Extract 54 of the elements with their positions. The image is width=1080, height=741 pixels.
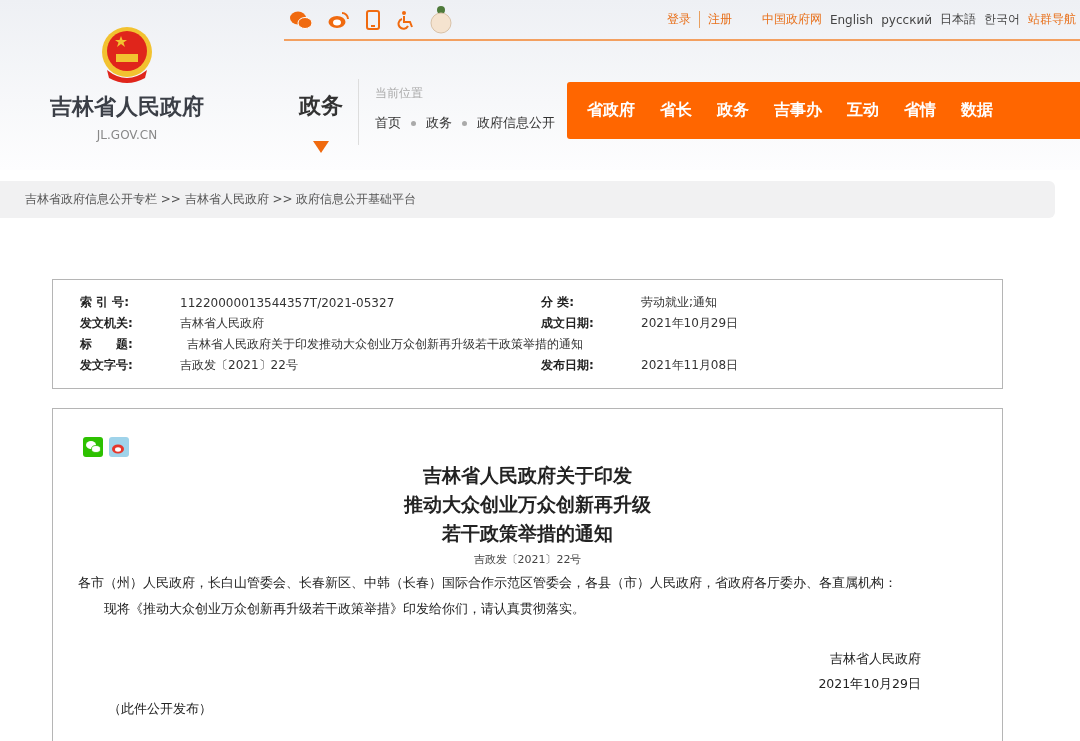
triangle-down-icon [313,141,329,153]
meta-value: 11220000013544357T/2021-05327 [180,295,396,310]
document-number: 吉政发〔2021〕22号 [473,553,582,566]
location-label: 当前位置 [375,85,424,102]
date-text: 2021年10月29日 [818,676,921,693]
nav-item[interactable]: 吉事办 [774,100,822,121]
location-link[interactable]: 政府信息公开 [477,114,555,132]
top-link[interactable]: 注册 [707,11,732,28]
meta-label: 索 引 号: [80,294,131,311]
publication-note: （此件公开发布） [108,701,213,718]
document-title: 若干政策举措的通知 [441,521,614,546]
mobile-phone-icon[interactable] [366,9,380,30]
nav-item[interactable]: 省长 [660,100,692,121]
site-name: 吉林省人民政府 [50,93,204,121]
meta-value: 吉林省人民政府 [180,315,266,332]
nav-item[interactable]: 省政府 [587,100,635,121]
top-link[interactable]: 站群导航 [1028,11,1076,28]
dot-separator-icon [462,120,467,126]
top-link[interactable]: 中国政府网 [761,11,822,28]
meta-value: 2021年11月08日 [641,357,740,374]
mascot-head-icon[interactable] [430,4,452,35]
nav-item[interactable]: 数据 [961,100,993,121]
signature-text: 吉林省人民政府 [830,651,921,668]
location-link[interactable]: 首页 [375,114,401,132]
meta-value: 2021年10月29日 [641,315,740,332]
body-text: 现将《推动大众创业万众创新再升级若干政策举措》印发给你们，请认真贯彻落实。 [103,600,586,618]
breadcrumb-text: 吉林省政府信息公开专栏 >> 吉林省人民政府 >> 政府信息公开基础平台 [25,191,417,208]
meta-label: 发文机关: [80,315,134,332]
nav-item[interactable]: 政务 [717,100,749,121]
document-title: 推动大众创业万众创新再升级 [402,492,652,517]
top-link[interactable]: 한국어 [984,11,1020,28]
dot-separator-icon [411,120,416,126]
location-link[interactable]: 政务 [426,114,452,132]
wheelchair-icon[interactable] [396,9,414,30]
meta-label: 分 类: [541,294,575,311]
nav-item[interactable]: 省情 [904,100,936,121]
top-link[interactable]: русский [881,12,932,27]
site-domain: JL.GOV.CN [96,128,158,142]
meta-value: 吉政发〔2021〕22号 [180,357,299,374]
top-link[interactable]: English [829,12,874,27]
document-title: 吉林省人民政府关于印发 [422,463,633,488]
meta-value: 吉林省人民政府关于印发推动大众创业万众创新再升级若干政策举措的通知 [187,336,583,353]
meta-label: 发文字号: [80,357,134,374]
top-link[interactable]: 日本語 [940,11,976,28]
meta-label: 发布日期: [541,357,595,374]
national-emblem-icon [101,26,153,84]
addressee-text: 各市（州）人民政府，长白山管委会、长春新区、中韩（长春）国际合作示范区管委会，各县（市）人民政府，省政府各厅委办、各直属机构： [78,574,898,592]
top-link[interactable]: 登录 [666,11,700,28]
section-title: 政务 [299,92,343,120]
meta-label: 标 题: [80,336,134,353]
meta-value: 劳动就业;通知 [641,294,719,311]
nav-item[interactable]: 互动 [847,100,879,121]
chat-bubbles-icon[interactable] [290,10,312,29]
meta-label: 成文日期: [541,315,595,332]
